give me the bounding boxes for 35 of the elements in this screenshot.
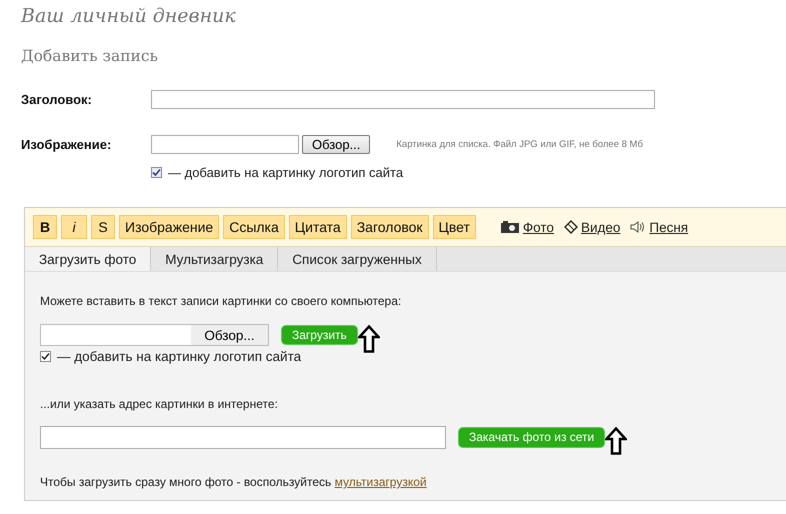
camera-icon (500, 221, 520, 233)
checkbox-label: — добавить на картинку логотип сайта (57, 349, 302, 364)
file-field[interactable] (151, 135, 299, 154)
format-button[interactable]: i (61, 215, 87, 239)
format-button[interactable]: Цвет (432, 215, 476, 239)
page-title: Ваш личный дневник (21, 5, 236, 27)
url-field[interactable] (40, 426, 446, 448)
up-arrow-icon (605, 427, 628, 455)
format-button[interactable]: B (33, 215, 57, 239)
instruction-text: ...или указать адрес картинки в интернете: (40, 397, 279, 411)
format-button[interactable]: Заголовок (350, 215, 429, 239)
diamond-icon (564, 220, 578, 234)
format-button[interactable]: S (91, 215, 115, 239)
media-link[interactable]: Песня (649, 220, 688, 234)
format-button[interactable]: Цитата (288, 215, 347, 239)
checkbox[interactable] (40, 351, 51, 362)
hint-text: Картинка для списка. Файл JPG или GIF, не более 8 Мб (396, 139, 643, 150)
section-title: Добавить запись (21, 47, 158, 65)
checkbox-label: — добавить на картинку логотип сайта (168, 165, 404, 180)
up-arrow-icon (358, 325, 380, 353)
footer-text: Чтобы загрузить сразу много фото - воспользуйтесь мультизагрузкой (40, 475, 428, 489)
field-label: Изображение: (21, 137, 112, 152)
instruction-text: Можете вставить в текст записи картинки со своего компьютера: (40, 293, 402, 308)
media-link[interactable]: Видео (580, 220, 620, 234)
media-link[interactable]: Фото (522, 220, 554, 234)
browse-button[interactable]: Обзор... (302, 135, 370, 154)
file-field[interactable]: Обзор... (40, 324, 269, 346)
speaker-icon (630, 221, 646, 233)
title-field[interactable] (151, 90, 655, 109)
format-button[interactable]: Ссылка (223, 215, 285, 239)
checkbox[interactable] (151, 167, 162, 178)
format-button[interactable]: Изображение (119, 215, 220, 239)
multi-upload-link[interactable]: мультизагрузкой (334, 475, 427, 489)
field-label: Заголовок: (21, 92, 93, 107)
tab[interactable]: Загрузить фото (25, 247, 152, 271)
